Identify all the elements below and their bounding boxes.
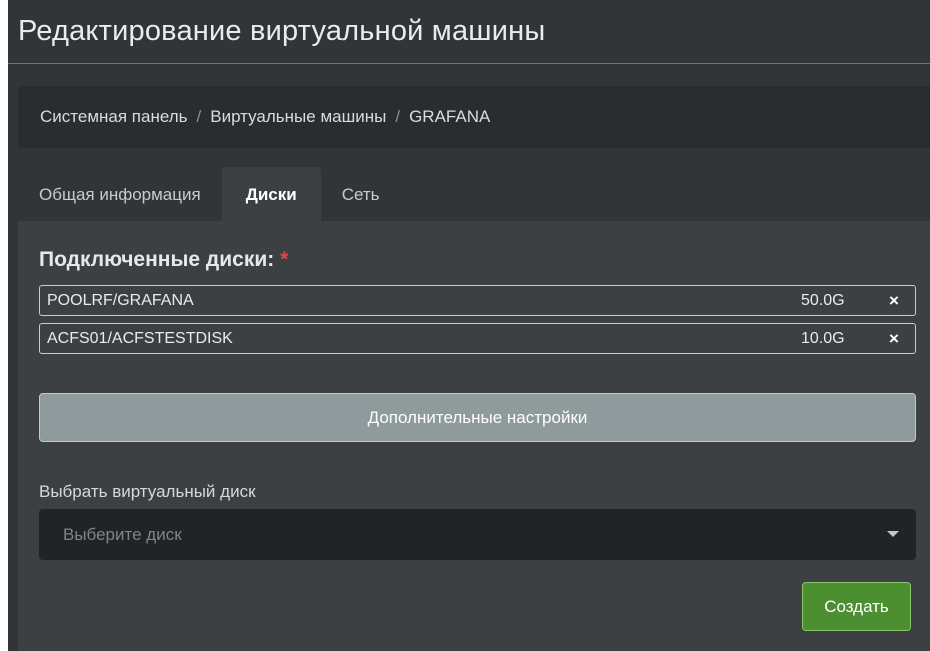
- remove-disk-icon[interactable]: ×: [873, 329, 915, 349]
- select-disk-placeholder: Выберите диск: [63, 524, 182, 544]
- select-disk-label: Выбрать виртуальный диск: [39, 482, 256, 501]
- attached-disks-label: Подключенные диски:: [39, 248, 275, 271]
- disk-size: 10.0G: [801, 329, 845, 347]
- tab-general-info[interactable]: Общая информация: [18, 167, 222, 221]
- breadcrumb-dashboard[interactable]: Системная панель: [40, 107, 188, 127]
- breadcrumb-separator: /: [395, 107, 401, 126]
- required-marker: *: [280, 248, 289, 271]
- breadcrumb-current: GRAFANA: [409, 107, 491, 126]
- breadcrumb-virtual-machines[interactable]: Виртуальные машины: [210, 107, 386, 127]
- disk-row: ACFS01/ACFSTESTDISK 10.0G ×: [39, 323, 916, 354]
- select-disk-dropdown[interactable]: Выберите диск: [39, 509, 916, 560]
- tab-disks[interactable]: Диски: [221, 167, 321, 221]
- tab-network[interactable]: Сеть: [321, 167, 401, 221]
- disk-name: POOLRF/GRAFANA: [47, 291, 194, 309]
- edit-vm-window: Редактирование виртуальной машины Систем…: [8, 0, 930, 651]
- advanced-settings-button[interactable]: Дополнительные настройки: [39, 393, 916, 442]
- disks-panel: Подключенные диски: * POOLRF/GRAFANA 50.0…: [18, 221, 930, 651]
- attached-disks-title: Подключенные диски: *: [39, 248, 288, 272]
- breadcrumb: Системная панель / Виртуальные машины / …: [18, 86, 930, 148]
- disk-size: 50.0G: [801, 291, 845, 309]
- caret-down-icon: [887, 531, 899, 537]
- tab-bar: Общая информация Диски Сеть: [18, 167, 930, 221]
- page-header: Редактирование виртуальной машины: [8, 0, 930, 64]
- disk-row: POOLRF/GRAFANA 50.0G ×: [39, 285, 916, 316]
- disk-name: ACFS01/ACFSTESTDISK: [47, 329, 233, 347]
- remove-disk-icon[interactable]: ×: [873, 291, 915, 311]
- create-button[interactable]: Создать: [802, 582, 911, 631]
- page-title: Редактирование виртуальной машины: [18, 15, 546, 47]
- breadcrumb-separator: /: [196, 107, 202, 126]
